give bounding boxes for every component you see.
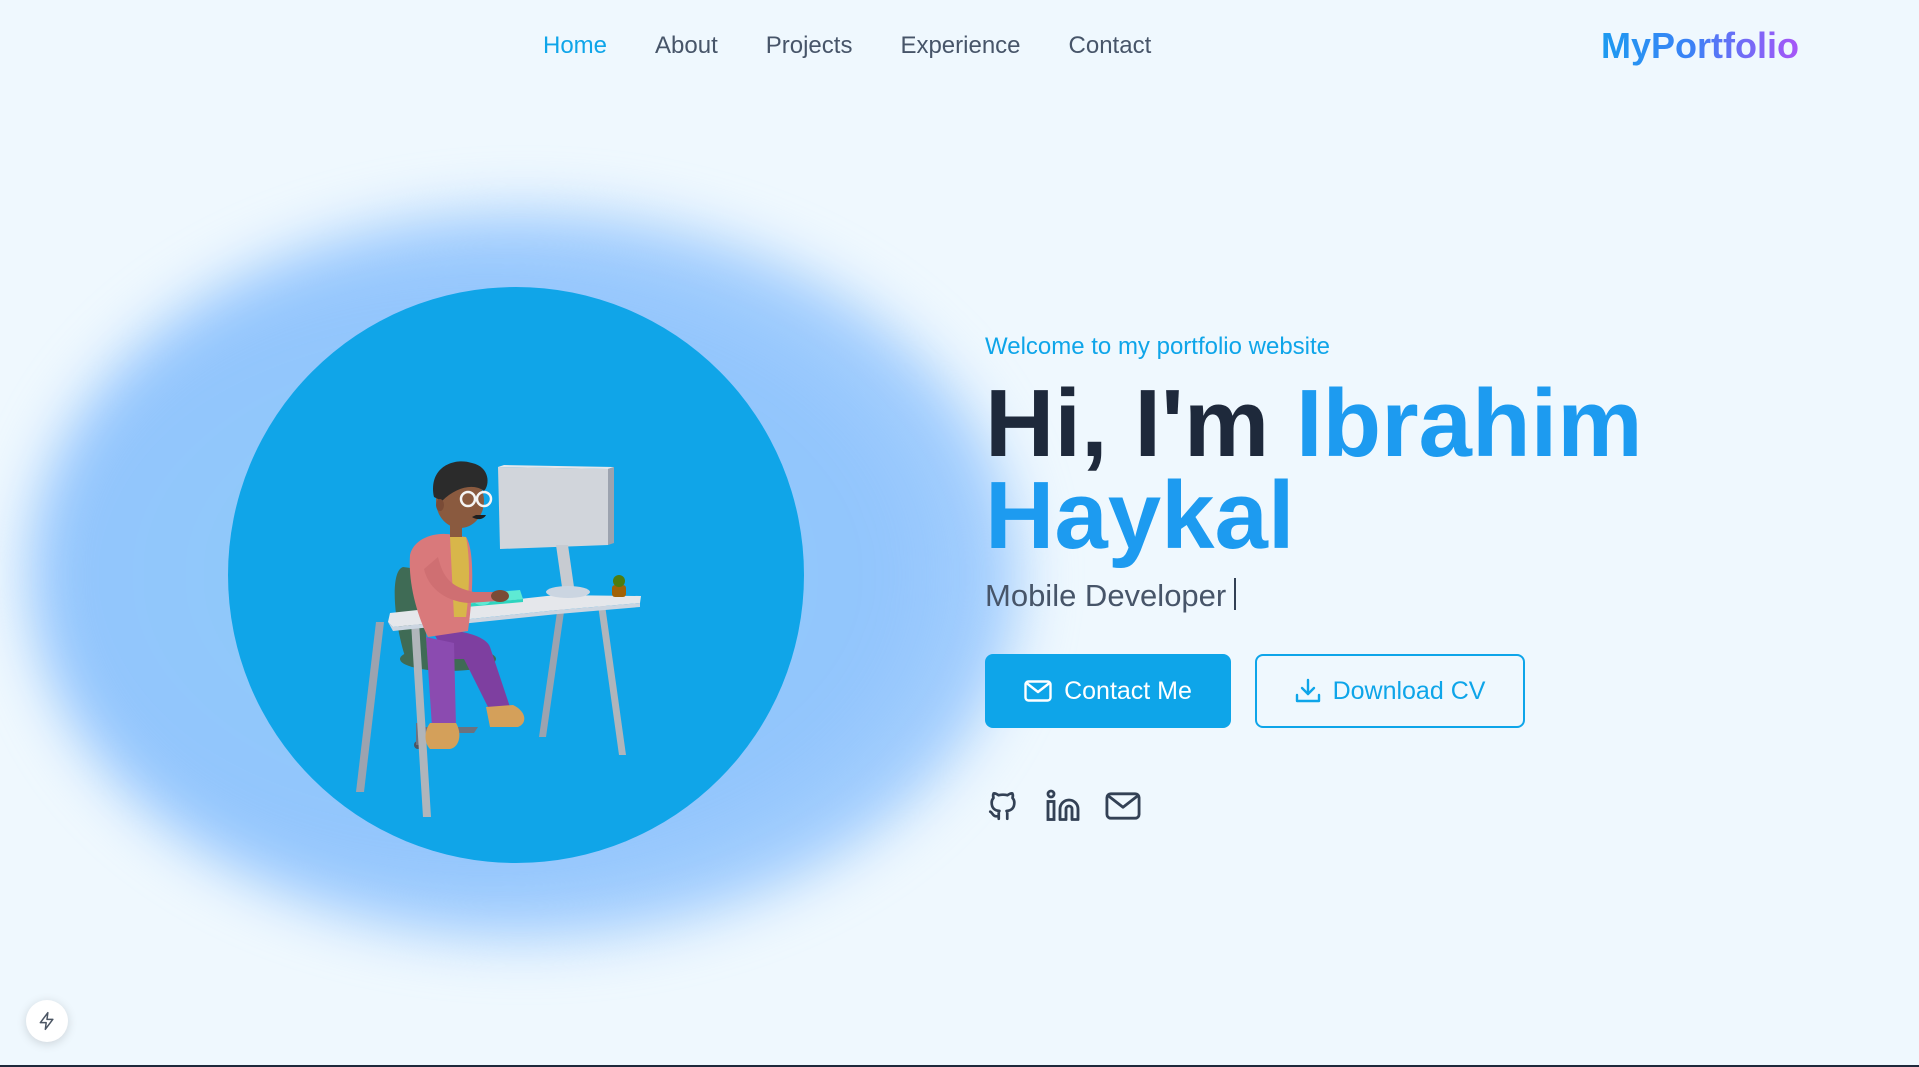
contact-me-button[interactable]: Contact Me [985, 654, 1231, 728]
nav-link-about[interactable]: About [655, 29, 718, 63]
linkedin-link[interactable] [1045, 788, 1081, 824]
lightning-bolt-icon [39, 1011, 54, 1031]
welcome-text: Welcome to my portfolio website [985, 333, 1331, 360]
person-at-desk-illustration [356, 461, 641, 817]
nav-link-experience[interactable]: Experience [900, 29, 1020, 63]
nav-link-contact[interactable]: Contact [1069, 29, 1152, 63]
mail-icon [1024, 680, 1052, 702]
last-name: Haykal [985, 462, 1295, 569]
top-navbar: Home About Projects Experience Contact M… [0, 0, 1919, 94]
social-links [985, 788, 1805, 824]
mail-icon [1105, 792, 1141, 820]
nav-link-projects[interactable]: Projects [766, 29, 853, 63]
linkedin-icon [1046, 789, 1080, 821]
hero-headline: Hi, I'm Ibrahim Haykal [985, 376, 1805, 564]
nav-link-home[interactable]: Home [543, 29, 607, 63]
download-cv-label: Download CV [1332, 676, 1486, 705]
brand-logo[interactable]: MyPortfolio [1601, 25, 1799, 67]
download-cv-button[interactable]: Download CV [1255, 654, 1525, 728]
hero-text: Welcome to my portfolio website Hi, I'm … [985, 330, 1805, 824]
greeting-text: Hi, I'm [985, 370, 1270, 477]
email-link[interactable] [1105, 788, 1141, 824]
role-line: Mobile Developer [985, 576, 1805, 616]
nav-links: Home About Projects Experience Contact [543, 29, 1151, 63]
typing-cursor [1234, 578, 1237, 610]
hero-actions: Contact Me Download CV [985, 654, 1805, 728]
page: Home About Projects Experience Contact M… [0, 0, 1919, 1067]
download-icon [1295, 678, 1320, 703]
role-text: Mobile Developer [985, 578, 1227, 613]
contact-me-label: Contact Me [1064, 676, 1192, 705]
github-icon [988, 792, 1016, 821]
github-link[interactable] [985, 788, 1021, 824]
corner-badge[interactable] [26, 1000, 68, 1042]
first-name: Ibrahim [1295, 370, 1643, 477]
